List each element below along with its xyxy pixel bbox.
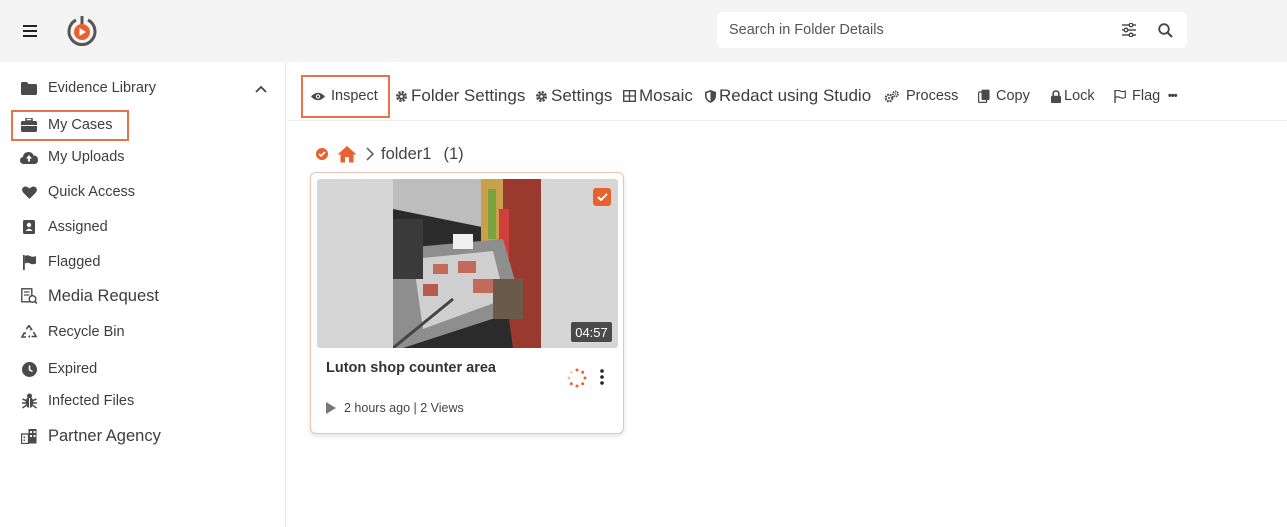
sidebar-item-flagged[interactable]: Flagged bbox=[20, 250, 100, 274]
inspect-button[interactable]: Inspect bbox=[311, 84, 378, 108]
selected-checkbox[interactable] bbox=[593, 188, 611, 206]
top-bar: Search in Folder Details bbox=[0, 0, 1287, 62]
chevron-up-icon[interactable] bbox=[253, 81, 269, 97]
cloud-upload-icon bbox=[20, 148, 38, 166]
duration-badge: 04:57 bbox=[571, 322, 612, 342]
search-bar[interactable]: Search in Folder Details bbox=[717, 12, 1187, 48]
shield-icon bbox=[705, 89, 716, 103]
play-icon bbox=[326, 402, 336, 414]
mosaic-button[interactable]: Mosaic bbox=[623, 84, 693, 108]
hamburger-menu-icon[interactable] bbox=[20, 20, 40, 42]
chevron-right-icon bbox=[366, 147, 375, 161]
breadcrumb-folder[interactable]: folder1 bbox=[381, 145, 431, 164]
sidebar-item-label: My Cases bbox=[48, 117, 113, 133]
sidebar-item-infected-files[interactable]: Infected Files bbox=[20, 389, 134, 413]
sidebar-item-expired[interactable]: Expired bbox=[20, 357, 97, 381]
app-logo[interactable] bbox=[64, 14, 100, 48]
gears-icon bbox=[884, 90, 900, 103]
kebab-menu-icon[interactable] bbox=[597, 368, 607, 386]
sidebar-item-label: Evidence Library bbox=[48, 80, 156, 96]
search-icon[interactable] bbox=[1155, 20, 1175, 40]
sidebar-item-partner-agency[interactable]: Partner Agency bbox=[20, 424, 161, 448]
sidebar-item-my-uploads[interactable]: My Uploads bbox=[20, 145, 125, 169]
more-options-button[interactable]: ••• bbox=[1168, 84, 1178, 108]
sidebar: Evidence Library My Cases My Uploads Qui… bbox=[0, 62, 286, 527]
sidebar-item-label: Recycle Bin bbox=[48, 324, 125, 340]
recycle-icon bbox=[20, 323, 38, 341]
breadcrumb: folder1 (1) bbox=[316, 142, 464, 166]
copy-icon bbox=[977, 89, 990, 103]
media-title[interactable]: Luton shop counter area bbox=[326, 360, 496, 376]
sidebar-item-label: Expired bbox=[48, 361, 98, 377]
sidebar-item-evidence-library[interactable]: Evidence Library bbox=[20, 76, 156, 100]
copy-button[interactable]: Copy bbox=[977, 84, 1030, 108]
media-meta: 2 hours ago | 2 Views bbox=[326, 401, 464, 415]
partner-agency-icon bbox=[20, 427, 38, 445]
sidebar-item-label: My Uploads bbox=[48, 149, 125, 165]
sidebar-item-quick-access[interactable]: Quick Access bbox=[20, 180, 135, 204]
video-frame bbox=[393, 179, 541, 348]
gear-icon bbox=[535, 90, 548, 103]
filter-sliders-icon[interactable] bbox=[1119, 20, 1139, 40]
sidebar-item-recycle-bin[interactable]: Recycle Bin bbox=[20, 320, 125, 344]
flag-icon bbox=[20, 253, 38, 271]
eye-icon bbox=[311, 90, 325, 103]
sidebar-item-label: Flagged bbox=[48, 254, 101, 270]
contact-card-icon bbox=[20, 218, 38, 236]
home-icon[interactable] bbox=[337, 145, 357, 163]
request-document-icon bbox=[20, 287, 38, 305]
lock-button[interactable]: Lock bbox=[1050, 84, 1095, 108]
folder-settings-button[interactable]: Folder Settings bbox=[395, 84, 525, 108]
flag-outline-icon bbox=[1114, 89, 1126, 103]
media-meta-text: 2 hours ago | 2 Views bbox=[344, 401, 464, 415]
video-thumbnail[interactable]: 04:57 bbox=[317, 179, 618, 348]
sidebar-item-label: Infected Files bbox=[48, 393, 135, 409]
sidebar-item-label: Partner Agency bbox=[48, 426, 161, 445]
loading-spinner-icon bbox=[567, 368, 587, 388]
grid-icon bbox=[623, 90, 636, 103]
sidebar-item-label: Assigned bbox=[48, 219, 108, 235]
redact-using-studio-button[interactable]: Redact using Studio bbox=[705, 84, 871, 108]
select-all-check-icon[interactable] bbox=[316, 148, 328, 160]
media-card[interactable]: 04:57 Luton shop counter area 2 hours ag… bbox=[310, 172, 624, 434]
sidebar-item-assigned[interactable]: Assigned bbox=[20, 215, 108, 239]
settings-button[interactable]: Settings bbox=[535, 84, 612, 108]
bug-icon bbox=[20, 392, 38, 410]
briefcase-icon bbox=[20, 116, 38, 134]
sidebar-item-media-request[interactable]: Media Request bbox=[20, 284, 159, 308]
folder-icon bbox=[20, 79, 38, 97]
heart-icon bbox=[20, 183, 38, 201]
sidebar-item-label: Quick Access bbox=[48, 184, 136, 200]
flag-button[interactable]: Flag bbox=[1114, 84, 1160, 108]
ellipsis-icon: ••• bbox=[1168, 90, 1178, 102]
sidebar-item-label: Media Request bbox=[48, 286, 159, 305]
search-input[interactable]: Search in Folder Details bbox=[729, 22, 1103, 38]
gear-icon bbox=[395, 90, 408, 103]
sidebar-item-my-cases[interactable]: My Cases bbox=[20, 113, 112, 137]
lock-icon bbox=[1050, 89, 1061, 103]
clock-icon bbox=[20, 360, 38, 378]
item-count: (1) bbox=[443, 144, 464, 163]
process-button[interactable]: Process bbox=[884, 84, 958, 108]
